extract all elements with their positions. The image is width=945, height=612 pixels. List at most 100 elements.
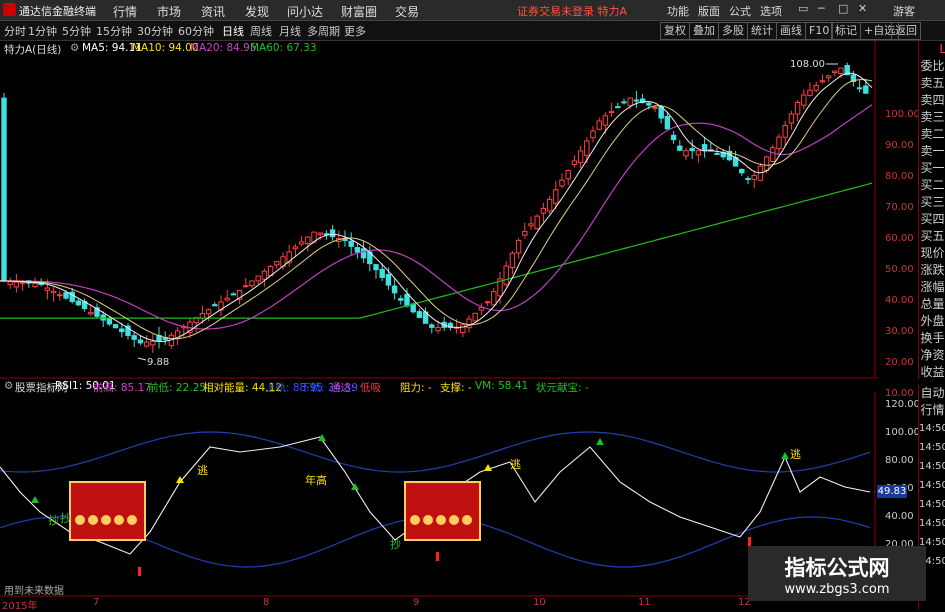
menu-function[interactable]: 功能 — [667, 3, 689, 19]
candle-body — [329, 229, 336, 238]
menu-market[interactable]: 市场 — [157, 3, 181, 20]
candle-body — [509, 252, 516, 269]
guest-label[interactable]: 游客 — [893, 3, 915, 19]
f10-button[interactable]: F10 — [805, 22, 834, 40]
period-daily[interactable]: 日线 — [222, 23, 244, 39]
menu-quotes[interactable]: 行情 — [113, 3, 137, 20]
candle-body — [57, 294, 63, 297]
indicator-tick: 80.00 — [885, 455, 914, 466]
quote-field-label: L — [939, 42, 945, 56]
period-more[interactable]: 更多 — [344, 23, 366, 39]
back-button[interactable]: 返回 — [891, 22, 921, 40]
minimize-icon[interactable]: ▭ — [798, 2, 808, 15]
period-5min[interactable]: 5分钟 — [62, 23, 91, 39]
overlay-button[interactable]: 叠加 — [689, 22, 719, 40]
quote-field-label: 卖五 — [920, 76, 945, 90]
quote-field-label: 卖一 — [920, 144, 945, 158]
multi-stock-button[interactable]: 多股 — [718, 22, 748, 40]
menu-ask[interactable]: 问小达 — [287, 3, 323, 20]
future-data-note: 用到未来数据 — [4, 586, 64, 597]
candle-body — [249, 280, 255, 287]
candle-body — [119, 328, 125, 333]
candle-body — [571, 160, 578, 166]
candle-body — [546, 198, 553, 212]
quote-field-label: 换手 — [920, 331, 945, 345]
menu-options[interactable]: 选项 — [760, 3, 782, 19]
menu-formula[interactable]: 公式 — [729, 3, 751, 19]
indicator-tick: 40.00 — [885, 511, 914, 522]
candle-body — [646, 102, 652, 106]
current-value-badge: 49.83 — [877, 485, 907, 498]
quote-field-label: 卖四 — [920, 93, 945, 107]
price-tick: 10.00 — [885, 388, 914, 399]
candle-body — [714, 153, 720, 156]
menu-news[interactable]: 资讯 — [201, 3, 225, 20]
gold-coin-icon — [114, 515, 124, 525]
period-monthly[interactable]: 月线 — [279, 23, 301, 39]
indicator-tick: 100.00 — [885, 427, 920, 438]
signal-label: 抄 — [48, 513, 59, 527]
candle-body — [274, 261, 280, 266]
treasure-chest-icon — [404, 481, 481, 541]
signal-label: 逃 — [790, 448, 801, 461]
signal-arrow-icon — [596, 438, 604, 445]
menu-trade[interactable]: 交易 — [395, 3, 419, 20]
candle-body — [44, 287, 51, 291]
draw-button[interactable]: 画线 — [776, 22, 806, 40]
price-tick: 80.00 — [885, 171, 914, 182]
watermark: 指标公式网 www.zbgs3.com — [748, 546, 926, 601]
price-tick: 100.00 — [885, 109, 920, 120]
mark-button[interactable]: 标记 — [831, 22, 861, 40]
date-tick: 11 — [638, 597, 651, 608]
period-tick[interactable]: 分时 — [4, 23, 26, 39]
menu-discover[interactable]: 发现 — [245, 3, 269, 20]
candle-body — [416, 311, 423, 319]
candle-body — [317, 232, 323, 235]
price-tick: 90.00 — [885, 140, 914, 151]
quote-field-label: 买二 — [920, 178, 945, 192]
candle-body — [478, 306, 485, 311]
period-30min[interactable]: 30分钟 — [137, 23, 173, 39]
candle-body — [398, 298, 404, 301]
quote-field-label: 卖二 — [920, 127, 945, 141]
tick-time[interactable]: 行情 — [919, 402, 945, 419]
login-alert[interactable]: 证券交易未登录 特力A — [517, 3, 627, 19]
gold-coin-icon — [88, 515, 98, 525]
candle-body — [435, 326, 441, 332]
quote-field-label: 买五 — [920, 229, 945, 243]
candle-body — [664, 115, 671, 130]
price-tick: 60.00 — [885, 233, 914, 244]
period-15min[interactable]: 15分钟 — [96, 23, 132, 39]
restore-icon[interactable]: ─ — [818, 2, 825, 15]
signal-arrow-icon — [781, 452, 789, 459]
candle-body — [528, 223, 534, 227]
signal-label: 抄 — [390, 537, 401, 551]
tick-time: 14:50 — [919, 499, 945, 510]
quote-field-label: 买三 — [920, 195, 945, 209]
close-icon[interactable]: ✕ — [858, 2, 867, 15]
indicator-tick: 120.00 — [885, 399, 920, 410]
period-60min[interactable]: 60分钟 — [178, 23, 214, 39]
candle-body — [243, 285, 249, 288]
period-weekly[interactable]: 周线 — [250, 23, 272, 39]
stats-button[interactable]: 统计 — [747, 22, 777, 40]
high-marker: 108.00 — [790, 59, 825, 70]
tick-time[interactable]: 自动 — [919, 385, 945, 402]
period-1min[interactable]: 1分钟 — [28, 23, 57, 39]
candle-body — [633, 99, 640, 102]
low-marker: 9.88 — [147, 357, 169, 368]
candle-body — [695, 150, 702, 156]
candle-body — [199, 313, 206, 319]
candle-body — [584, 140, 590, 156]
period-multi[interactable]: 多周期 — [307, 23, 340, 39]
adjust-button[interactable]: 复权 — [660, 22, 690, 40]
buy-arrow-icon — [748, 537, 751, 546]
sub-settings-icon[interactable]: ⚙ — [4, 380, 13, 392]
candle-body — [484, 301, 491, 304]
menu-wealth[interactable]: 财富圈 — [341, 3, 377, 20]
gold-coin-icon — [75, 515, 85, 525]
gold-coin-icon — [462, 515, 472, 525]
candle-body — [373, 264, 379, 271]
menu-layout[interactable]: 版面 — [698, 3, 720, 19]
maximize-icon[interactable]: □ — [838, 2, 848, 15]
